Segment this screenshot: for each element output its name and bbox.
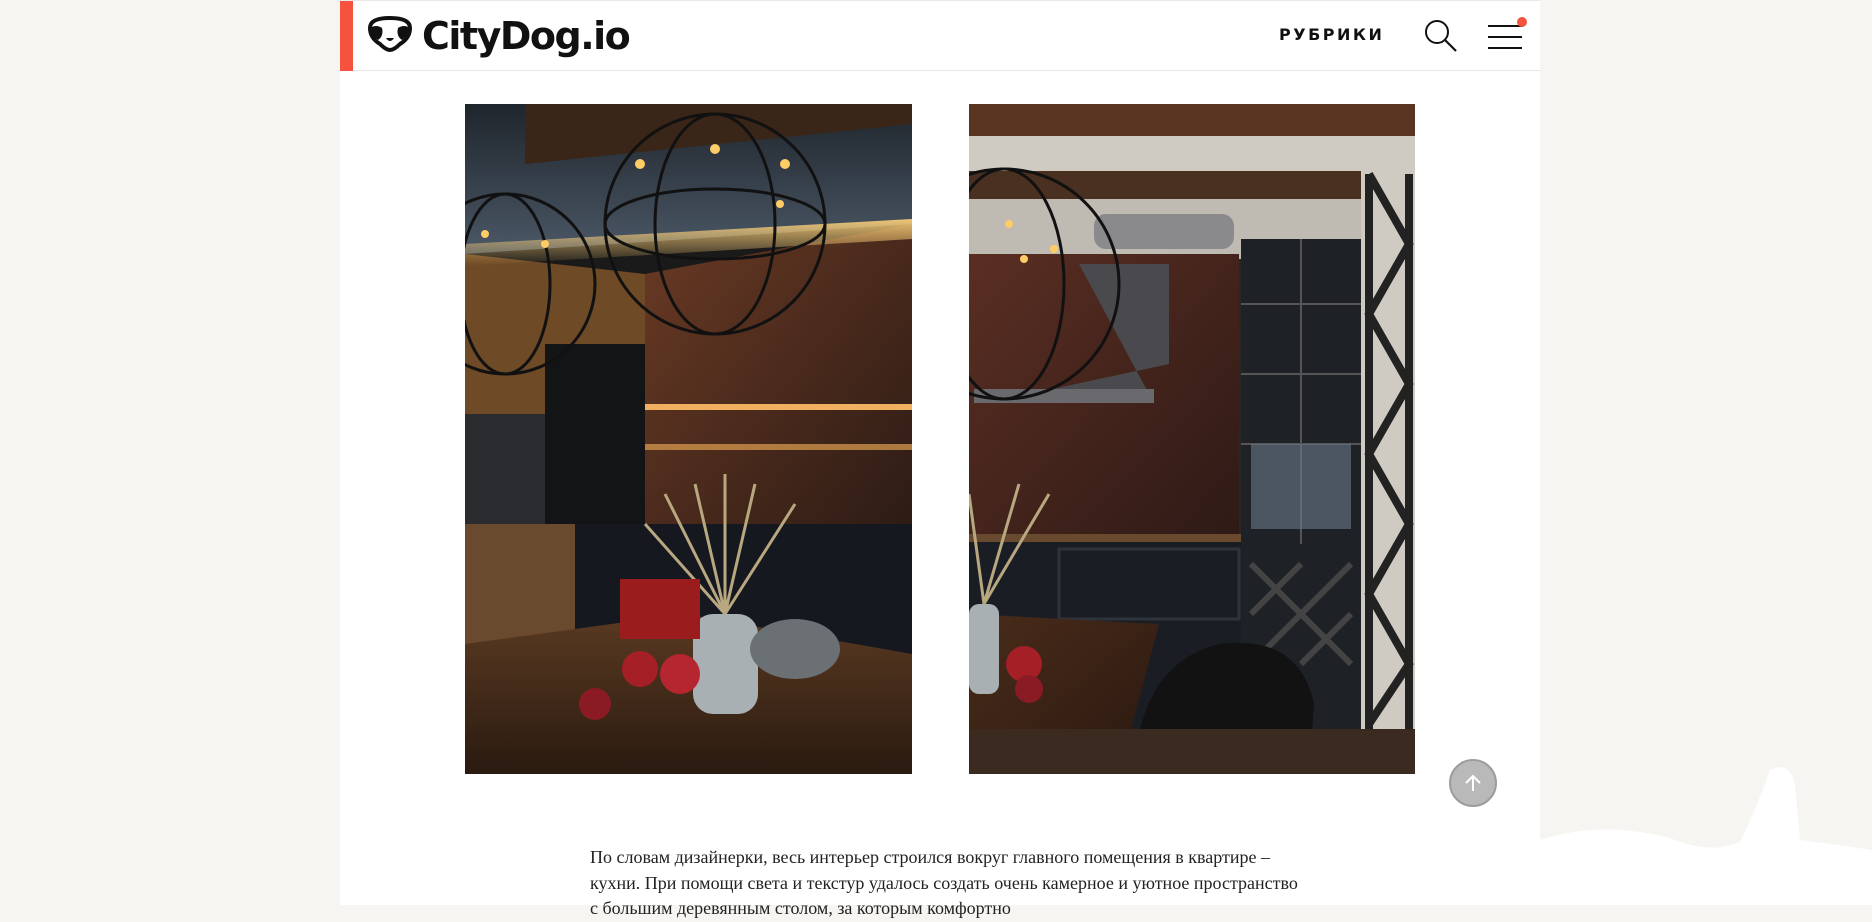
notification-dot (1517, 17, 1527, 27)
arrow-up-icon (1465, 774, 1481, 791)
article-paragraph: По словам дизайнерки, весь интерьер стро… (590, 847, 1298, 919)
dog-face-logo-icon (366, 14, 414, 59)
redaction-scribble (1540, 767, 1872, 905)
search-icon (1425, 20, 1457, 52)
nav-rubrics-link[interactable]: РУБРИКИ (1279, 25, 1384, 44)
accent-bar (340, 1, 353, 71)
kitchen-dining-photo-left[interactable] (465, 104, 912, 774)
site-logo[interactable]: CityDog.io (366, 13, 631, 59)
logo-text: CityDog.io (422, 14, 631, 58)
page-container: CityDog.io РУБРИКИ По словам дизайнерки,… (340, 0, 1540, 918)
search-button[interactable] (1422, 17, 1460, 55)
site-header: CityDog.io РУБРИКИ (340, 0, 1540, 71)
scroll-to-top-button[interactable] (1449, 759, 1497, 807)
kitchen-wine-cabinet-photo-right[interactable] (969, 104, 1415, 774)
